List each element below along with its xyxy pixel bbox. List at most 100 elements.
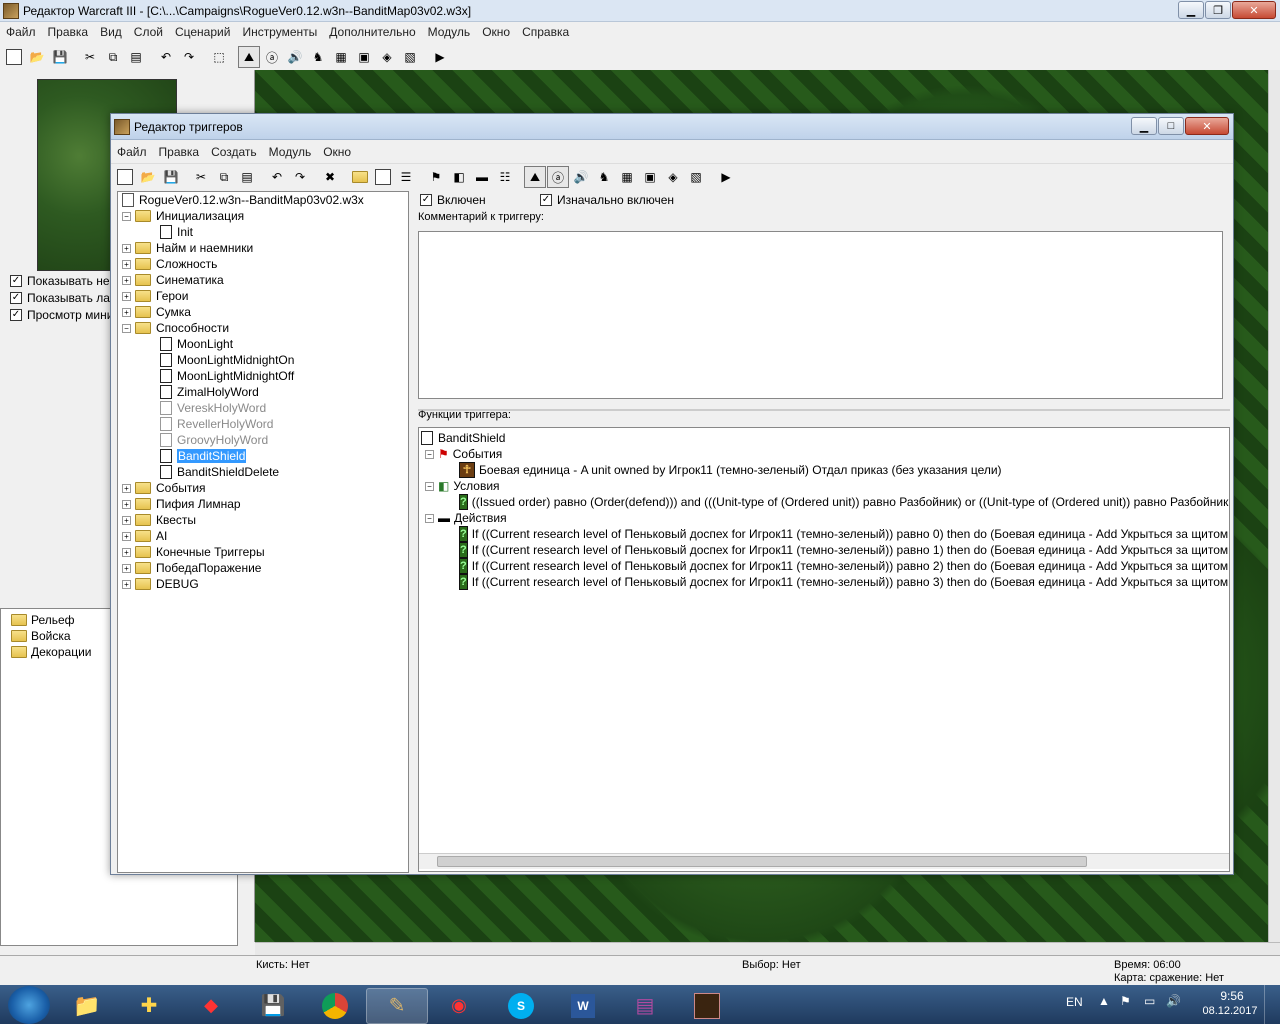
expand-icon[interactable]: + xyxy=(122,483,131,493)
action-row[interactable]: ? If ((Current research level of Пеньковы… xyxy=(421,542,1229,558)
expand-icon[interactable]: + xyxy=(122,547,131,557)
collapse-icon[interactable]: − xyxy=(122,323,131,333)
collapse-icon[interactable]: − xyxy=(425,481,434,491)
expand-icon[interactable]: + xyxy=(122,275,131,285)
unit-editor-icon[interactable]: ♞ xyxy=(307,46,329,68)
initially-on-checkbox[interactable]: ✓ Изначально включен xyxy=(540,191,674,208)
expand-icon[interactable]: + xyxy=(122,307,131,317)
expand-icon[interactable]: + xyxy=(122,499,131,509)
new-trigger-icon[interactable] xyxy=(372,166,394,188)
test-map-icon[interactable]: ▶ xyxy=(429,46,451,68)
checkbox-icon[interactable]: ✓ xyxy=(10,291,22,304)
warcraft-editor-taskbar-icon[interactable]: ✎ xyxy=(366,987,428,1024)
map-horizontal-scrollbar[interactable] xyxy=(255,942,1280,955)
import-manager-icon[interactable]: ◈ xyxy=(662,166,684,188)
scroll-thumb[interactable] xyxy=(437,856,1087,867)
save-taskbar-icon[interactable]: 💾 xyxy=(242,988,304,1024)
paste-icon[interactable]: ▤ xyxy=(125,46,147,68)
menu-scenario[interactable]: Сценарий xyxy=(169,25,236,39)
dialog-menu-file[interactable]: Файл xyxy=(111,145,153,159)
tree-folder[interactable]: + Пифия Лимнар xyxy=(118,496,408,512)
copy-icon[interactable]: ⧉ xyxy=(102,46,124,68)
cut-icon[interactable]: ✂ xyxy=(79,46,101,68)
redo-icon[interactable]: ↷ xyxy=(289,166,311,188)
checkbox-icon[interactable]: ✓ xyxy=(10,308,22,321)
dialog-close-button[interactable]: ✕ xyxy=(1185,117,1229,135)
new-icon[interactable] xyxy=(114,166,136,188)
expand-icon[interactable]: + xyxy=(122,531,131,541)
select-icon[interactable]: ⬚ xyxy=(208,46,230,68)
trigger-name-row[interactable]: BanditShield xyxy=(421,430,1227,446)
tree-folder[interactable]: + Сложность xyxy=(118,256,408,272)
tree-trigger[interactable]: GroovyHolyWord xyxy=(118,432,408,448)
expand-icon[interactable]: + xyxy=(122,291,131,301)
undo-icon[interactable]: ↶ xyxy=(155,46,177,68)
ai-editor-icon[interactable]: ▣ xyxy=(639,166,661,188)
skype-taskbar-icon[interactable]: S xyxy=(490,988,552,1024)
collapse-icon[interactable]: − xyxy=(425,513,434,523)
flag-tray-icon[interactable]: ⚑ xyxy=(1120,994,1131,1008)
menu-file[interactable]: Файл xyxy=(0,25,42,39)
menu-window[interactable]: Окно xyxy=(476,25,516,39)
actions-row[interactable]: − ▬ Действия xyxy=(421,510,1227,526)
new-condition-icon[interactable]: ◧ xyxy=(448,166,470,188)
dialog-menu-module[interactable]: Модуль xyxy=(263,145,318,159)
explorer-taskbar-icon[interactable]: 📁 xyxy=(56,988,118,1024)
gpu-tweak-taskbar-icon[interactable]: ◆ xyxy=(180,988,242,1024)
menu-view[interactable]: Вид xyxy=(94,25,128,39)
dialog-maximize-button[interactable]: □ xyxy=(1158,117,1184,135)
sound-editor-icon[interactable]: 🔊 xyxy=(570,166,592,188)
network-icon[interactable]: ▭ xyxy=(1144,994,1155,1008)
ai-editor-icon[interactable]: ▣ xyxy=(353,46,375,68)
events-row[interactable]: − ⚑ События xyxy=(421,446,1227,462)
tree-trigger[interactable]: MoonLightMidnightOn xyxy=(118,352,408,368)
action-row[interactable]: ? If ((Current research level of Пеньковы… xyxy=(421,574,1229,590)
event-row[interactable]: ☥ Боевая единица - A unit owned by Игрок1… xyxy=(421,462,1227,478)
condition-row[interactable]: ? ((Issued order) равно (Order(defend))) … xyxy=(421,494,1229,510)
paste-icon[interactable]: ▤ xyxy=(236,166,258,188)
new-comment-icon[interactable]: ☰ xyxy=(395,166,417,188)
new-event-icon[interactable]: ⚑ xyxy=(425,166,447,188)
menu-advanced[interactable]: Дополнительно xyxy=(323,25,421,39)
save-icon[interactable]: 💾 xyxy=(49,46,71,68)
unit-editor-icon[interactable]: ♞ xyxy=(593,166,615,188)
tree-folder[interactable]: − Способности xyxy=(118,320,408,336)
tree-folder[interactable]: + Квесты xyxy=(118,512,408,528)
splitter[interactable] xyxy=(418,409,1230,421)
chrome-taskbar-icon[interactable] xyxy=(304,988,366,1024)
tree-folder[interactable]: + Конечные Триггеры xyxy=(118,544,408,560)
tree-folder[interactable]: + AI xyxy=(118,528,408,544)
language-indicator[interactable]: EN xyxy=(1066,995,1083,1009)
dialog-menu-window[interactable]: Окно xyxy=(317,145,357,159)
sound-editor-icon[interactable]: 🔊 xyxy=(284,46,306,68)
action-row[interactable]: ? If ((Current research level of Пеньковы… xyxy=(421,558,1229,574)
dialog-menu-create[interactable]: Создать xyxy=(205,145,263,159)
object-manager-icon[interactable]: ▧ xyxy=(685,166,707,188)
checkbox-icon[interactable]: ✓ xyxy=(420,193,432,206)
tree-trigger[interactable]: MoonLight xyxy=(118,336,408,352)
menu-tools[interactable]: Инструменты xyxy=(236,25,323,39)
new-action-icon[interactable]: ▬ xyxy=(471,166,493,188)
tree-folder[interactable]: + События xyxy=(118,480,408,496)
restore-button[interactable]: ❐ xyxy=(1205,1,1231,19)
action-row[interactable]: ? If ((Current research level of Пеньковы… xyxy=(421,526,1229,542)
minimize-button[interactable]: ▁ xyxy=(1178,1,1204,19)
terrain-editor-icon[interactable]: ⛰ xyxy=(524,166,546,188)
campaign-editor-icon[interactable]: ▦ xyxy=(330,46,352,68)
show-option-1[interactable]: ✓ Показывать не xyxy=(10,272,120,289)
winrar-taskbar-icon[interactable]: ▤ xyxy=(614,988,676,1024)
game-taskbar-icon[interactable] xyxy=(676,988,738,1024)
delete-icon[interactable]: ✖ xyxy=(319,166,341,188)
tree-folder[interactable]: − Инициализация xyxy=(118,208,408,224)
dialog-minimize-button[interactable]: ▁ xyxy=(1131,117,1157,135)
menu-help[interactable]: Справка xyxy=(516,25,575,39)
import-manager-icon[interactable]: ◈ xyxy=(376,46,398,68)
volume-icon[interactable]: 🔊 xyxy=(1166,994,1181,1008)
menu-edit[interactable]: Правка xyxy=(42,25,95,39)
new-file-icon[interactable] xyxy=(3,46,25,68)
undo-icon[interactable]: ↶ xyxy=(266,166,288,188)
open-folder-icon[interactable]: 📂 xyxy=(26,46,48,68)
gpu-monitor-taskbar-icon[interactable]: ◉ xyxy=(428,988,490,1024)
word-taskbar-icon[interactable]: W xyxy=(552,988,614,1024)
tree-folder[interactable]: + ПобедаПоражение xyxy=(118,560,408,576)
